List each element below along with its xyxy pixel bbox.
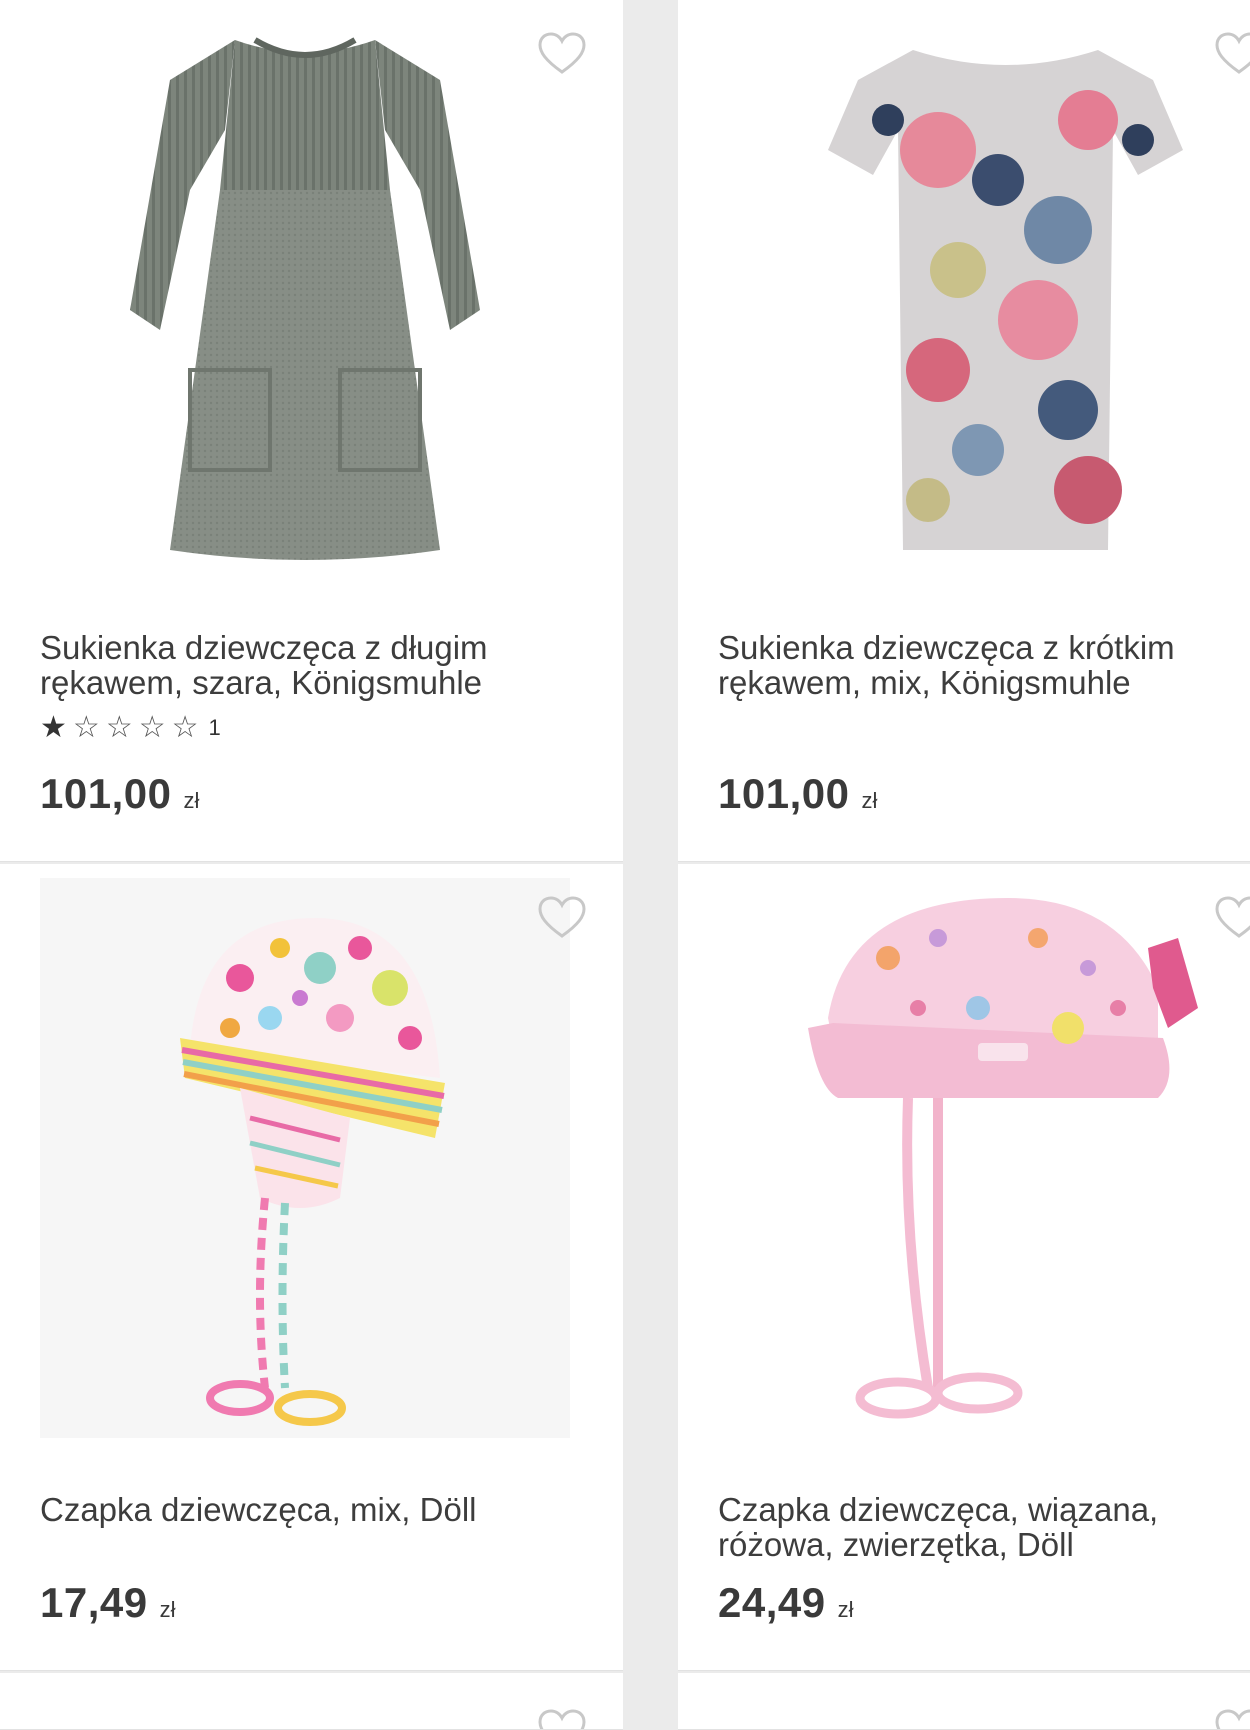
rating-count: 1 bbox=[208, 715, 221, 740]
wishlist-heart-icon[interactable] bbox=[537, 1709, 587, 1729]
product-card[interactable]: Sukienka dziewczęca z długim rękawem, sz… bbox=[0, 0, 623, 862]
product-title[interactable]: Czapka dziewczęca, wiązana, różowa, zwie… bbox=[718, 1492, 1250, 1562]
price-currency: zł bbox=[183, 788, 200, 813]
floral-dress-image bbox=[828, 50, 1183, 550]
wishlist-heart-icon[interactable] bbox=[537, 32, 587, 76]
wishlist-heart-icon[interactable] bbox=[537, 896, 587, 940]
product-image[interactable] bbox=[738, 878, 1250, 1438]
star-filled-icon: ★ bbox=[40, 711, 67, 744]
wishlist-heart-icon[interactable] bbox=[1214, 1709, 1250, 1729]
product-image[interactable] bbox=[40, 10, 570, 570]
product-price: 17,49 zł bbox=[40, 1579, 176, 1627]
product-title[interactable]: Czapka dziewczęca, mix, Döll bbox=[40, 1492, 580, 1527]
rating-stars: ★ ☆ ☆ ☆ ☆ 1 bbox=[40, 713, 221, 743]
price-currency: zł bbox=[861, 788, 878, 813]
product-image[interactable] bbox=[738, 10, 1250, 570]
price-currency: zł bbox=[837, 1597, 854, 1622]
product-card[interactable]: Sukienka dziewczęca z krótkim rękawem, m… bbox=[678, 0, 1250, 862]
striped-polka-dot-hat-image bbox=[180, 918, 445, 1426]
star-outline-icon: ☆ bbox=[105, 711, 133, 744]
wishlist-heart-icon[interactable] bbox=[1214, 896, 1250, 940]
price-value: 24,49 bbox=[718, 1579, 826, 1626]
product-price: 101,00 zł bbox=[40, 770, 199, 818]
product-title[interactable]: Sukienka dziewczęca z krótkim rękawem, m… bbox=[718, 630, 1250, 700]
price-value: 17,49 bbox=[40, 1579, 148, 1626]
star-outline-icon: ☆ bbox=[138, 711, 166, 744]
product-price: 24,49 zł bbox=[718, 1579, 854, 1627]
product-price: 101,00 zł bbox=[718, 770, 877, 818]
price-value: 101,00 bbox=[718, 770, 850, 817]
product-card[interactable]: Czapka dziewczęca, wiązana, różowa, zwie… bbox=[678, 864, 1250, 1671]
price-value: 101,00 bbox=[40, 770, 172, 817]
product-image[interactable] bbox=[40, 878, 570, 1438]
price-currency: zł bbox=[159, 1597, 176, 1622]
product-card[interactable] bbox=[0, 1673, 623, 1730]
product-card[interactable]: Czapka dziewczęca, mix, Döll 17,49 zł bbox=[0, 864, 623, 1671]
product-title[interactable]: Sukienka dziewczęca z długim rękawem, sz… bbox=[40, 630, 580, 700]
star-outline-icon: ☆ bbox=[72, 711, 100, 744]
grey-knit-dress-image bbox=[130, 37, 480, 560]
star-outline-icon: ☆ bbox=[171, 711, 199, 744]
pink-animal-hat-image bbox=[808, 898, 1198, 1419]
product-card[interactable] bbox=[678, 1673, 1250, 1730]
wishlist-heart-icon[interactable] bbox=[1214, 32, 1250, 76]
